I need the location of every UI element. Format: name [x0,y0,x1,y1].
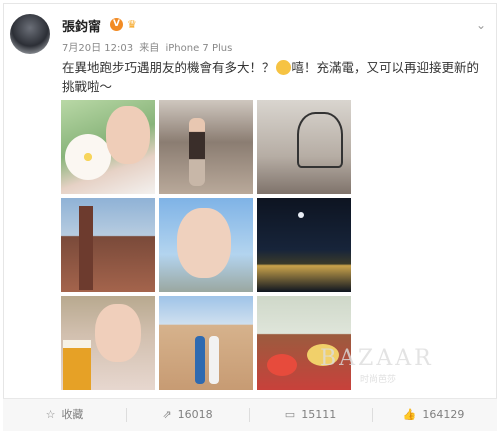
photo-7[interactable] [61,296,155,390]
username[interactable]: 張鈞甯 [62,16,101,35]
repost-icon: ⇗ [162,408,172,421]
comment-button[interactable]: ▭ 15111 [249,399,372,431]
emoji-icon [275,60,291,75]
like-count: 164129 [422,408,465,421]
photo-9[interactable] [257,296,351,390]
photo-1[interactable] [61,100,155,194]
photo-6[interactable] [257,198,351,292]
crown-icon: ♛ [127,18,137,31]
photo-2[interactable] [159,100,253,194]
post-text: 在異地跑步巧遇朋友的機會有多大！？ 嘻！充滿電，又可以再迎接更新的挑戰啦～ [62,58,480,96]
like-button[interactable]: 👍 164129 [372,399,495,431]
food-graphic [267,354,297,376]
thumbs-up-icon: 👍 [402,408,417,421]
face-graphic [95,304,141,362]
person-graphic [189,118,205,186]
source-prefix: 来自 [139,43,160,54]
favorite-button[interactable]: ☆ 收藏 [3,399,126,431]
favorite-label: 收藏 [61,408,84,421]
wall-art-graphic [297,112,343,168]
comment-icon: ▭ [284,408,296,421]
avatar[interactable] [10,14,50,54]
photo-3[interactable] [257,100,351,194]
person-graphic [209,336,219,384]
photo-5[interactable] [159,198,253,292]
photo-8[interactable] [159,296,253,390]
face-graphic [177,208,231,278]
flower-graphic [65,134,111,180]
chevron-down-icon[interactable]: ⌄ [476,18,486,32]
photo-4[interactable] [61,198,155,292]
watermark-brand: BAZAAR [320,346,434,371]
device-source[interactable]: iPhone 7 Plus [165,43,232,54]
beer-graphic [63,340,91,390]
action-bar: ☆ 收藏 ⇗ 16018 ▭ 15111 👍 164129 [3,398,497,431]
tower-graphic [79,206,93,290]
moon-graphic [298,212,304,218]
post-text-part1: 在異地跑步巧遇朋友的機會有多大！？ [62,60,275,75]
post-meta: 7月20日 12:03 来自 iPhone 7 Plus [62,39,235,54]
face-graphic [106,106,150,164]
watermark-sub: 时尚芭莎 [360,375,397,385]
verified-icon: V [110,18,123,31]
post-date[interactable]: 7月20日 12:03 [62,43,133,54]
photo-grid [61,100,351,392]
comment-count: 15111 [301,408,337,421]
person-graphic [195,336,205,384]
repost-count: 16018 [177,408,213,421]
star-icon: ☆ [45,408,56,421]
repost-button[interactable]: ⇗ 16018 [126,399,249,431]
